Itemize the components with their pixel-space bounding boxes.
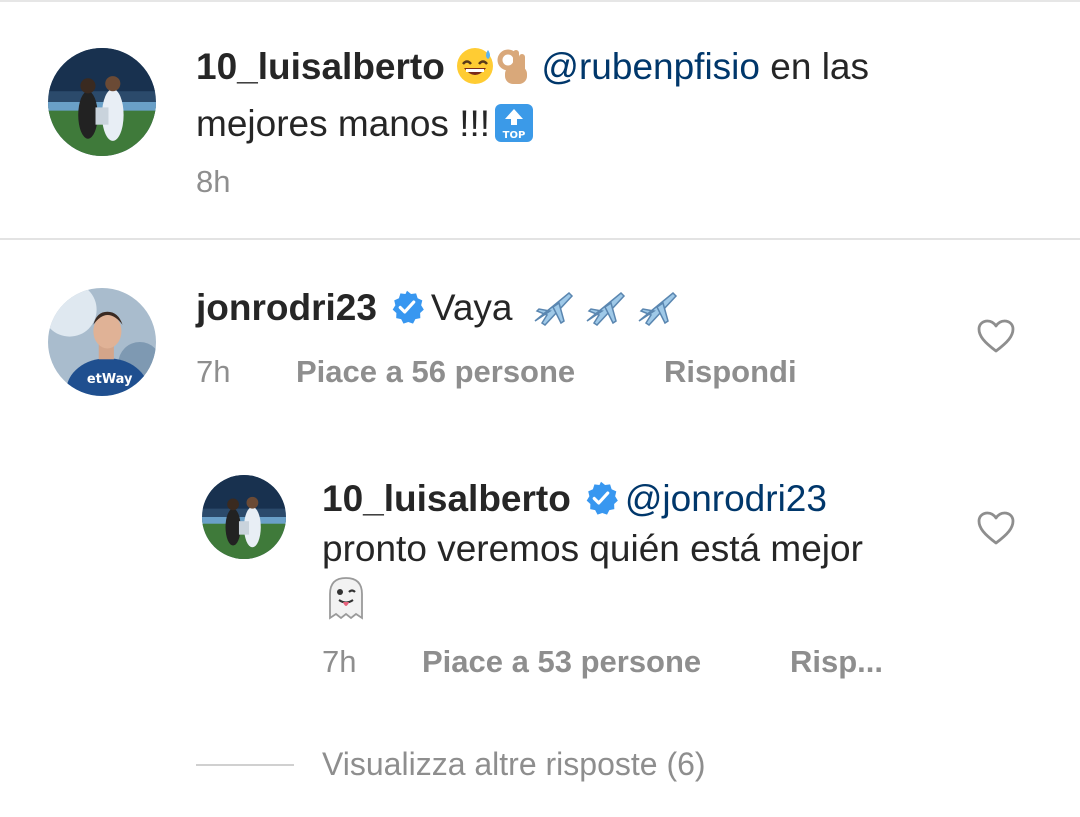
avatar[interactable] <box>48 48 156 156</box>
top-border <box>0 0 1080 2</box>
grinning-sweat-emoji-icon <box>455 46 495 99</box>
verified-badge-icon <box>586 481 618 515</box>
airplane-emoji-icon <box>583 287 627 340</box>
comment-username[interactable]: 10_luisalberto <box>196 46 445 87</box>
avatar[interactable]: etWay <box>48 288 156 396</box>
airplane-emoji-icon <box>635 287 679 340</box>
top-emoji-label: TOP <box>503 130 526 141</box>
reply-mention[interactable]: @jonrodri23 <box>625 478 827 519</box>
comment-body-line2: mejores manos !!! <box>196 103 491 144</box>
reply-text: 10_luisalberto @jonrodri23 pronto veremo… <box>322 474 962 635</box>
comment-time[interactable]: 8h <box>196 164 230 200</box>
like-heart-icon[interactable] <box>976 318 1016 354</box>
airplane-emoji-icon <box>531 287 575 340</box>
reply-button[interactable]: Rispondi <box>664 354 797 390</box>
reply-time[interactable]: 7h <box>322 644 356 680</box>
avatar-photo-icon: etWay <box>48 288 156 396</box>
like-heart-icon[interactable] <box>976 510 1016 546</box>
svg-text:etWay: etWay <box>87 372 133 387</box>
comment-username[interactable]: jonrodri23 <box>196 287 377 328</box>
comment-meta: 7h Piace a 56 persone Rispondi <box>196 354 836 394</box>
verified-badge-icon <box>392 290 424 324</box>
likes-count[interactable]: Piace a 56 persone <box>296 354 575 390</box>
avatar-photo-icon <box>202 475 286 559</box>
comment-text: 10_luisalberto @rubenpfisio en las mejor… <box>196 42 1016 156</box>
view-more-label[interactable]: Visualizza altre risposte (6) <box>322 746 706 783</box>
ghost-emoji-icon <box>322 574 370 635</box>
comment-body: Vaya <box>430 287 513 328</box>
avatar-photo-icon <box>48 48 156 156</box>
comment-meta: 8h <box>196 164 230 200</box>
top-arrow-emoji-icon: TOP <box>494 103 534 156</box>
divider <box>0 238 1080 240</box>
comment-mention[interactable]: @rubenpfisio <box>541 46 760 87</box>
reply-body: pronto veremos quién está mejor <box>322 528 863 569</box>
ok-hand-emoji-icon <box>495 46 531 99</box>
comment-text: jonrodri23 Vaya <box>196 283 956 340</box>
reply-username[interactable]: 10_luisalberto <box>322 478 571 519</box>
reply-meta: 7h Piace a 53 persone Risp... <box>322 644 922 684</box>
likes-count[interactable]: Piace a 53 persone <box>422 644 701 680</box>
comment-body: en las <box>770 46 869 87</box>
view-more-line <box>196 764 294 766</box>
reply-button[interactable]: Risp... <box>790 644 883 680</box>
comment-time[interactable]: 7h <box>196 354 230 390</box>
avatar[interactable] <box>202 475 286 559</box>
